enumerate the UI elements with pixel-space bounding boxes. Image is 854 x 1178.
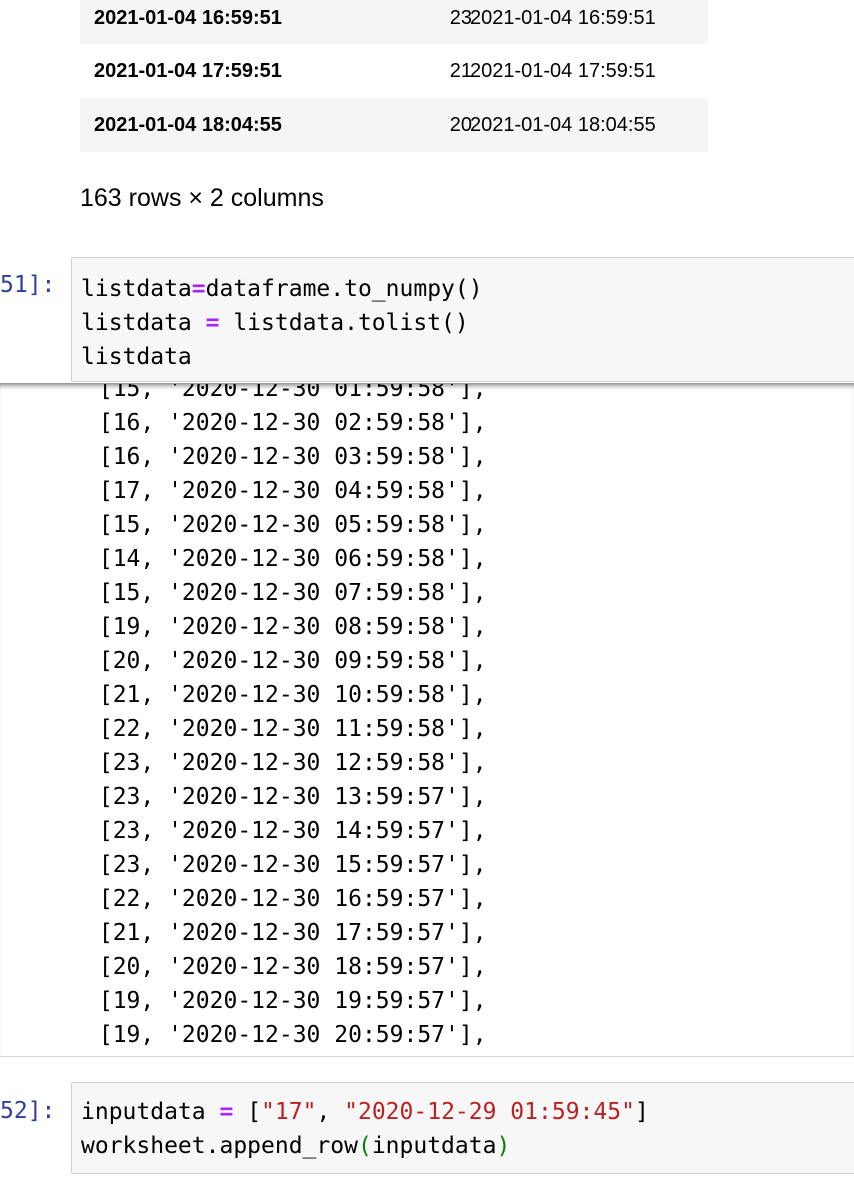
output-line: [15, '2020-12-30 07:59:58'],	[85, 580, 487, 606]
output-text: [15, '2020-12-30 01:59:58'], [16, '2020-…	[85, 383, 487, 1052]
table-row: 2021-01-04 18:04:55 20 2021-01-04 18:04:…	[80, 98, 708, 152]
output-line: [22, '2020-12-30 11:59:58'],	[85, 716, 487, 742]
output-line: [15, '2020-12-30 05:59:58'],	[85, 512, 487, 538]
time-cell: 2021-01-04 17:59:51	[470, 60, 656, 82]
time-cell: 2021-01-04 18:04:55	[470, 114, 656, 136]
output-line: [23, '2020-12-30 12:59:58'],	[85, 750, 487, 776]
time-cell: 2021-01-04 16:59:51	[470, 7, 656, 29]
cell-prompt: 51]:	[0, 272, 56, 298]
output-line: [14, '2020-12-30 06:59:58'],	[85, 546, 487, 572]
value-cell: 23	[449, 7, 472, 29]
output-line: [23, '2020-12-30 15:59:57'],	[85, 852, 487, 878]
output-line: [20, '2020-12-30 18:59:57'],	[85, 954, 487, 980]
output-line: [16, '2020-12-30 03:59:58'],	[85, 444, 487, 470]
output-line: [21, '2020-12-30 17:59:57'],	[85, 920, 487, 946]
value-cell: 21	[449, 60, 472, 82]
output-line: [19, '2020-12-30 20:59:57'],	[85, 1022, 487, 1048]
output-line: [15, '2020-12-30 01:59:58'],	[85, 383, 487, 402]
output-line: [21, '2020-12-30 10:59:58'],	[85, 682, 487, 708]
row-index: 2021-01-04 16:59:51	[94, 7, 282, 29]
output-line: [22, '2020-12-30 16:59:57'],	[85, 886, 487, 912]
output-line: [20, '2020-12-30 09:59:58'],	[85, 648, 487, 674]
table-row: 2021-01-04 17:59:51 21 2021-01-04 17:59:…	[80, 44, 708, 98]
output-line: [17, '2020-12-30 04:59:58'],	[85, 478, 487, 504]
code-editor[interactable]: listdata=dataframe.to_numpy() listdata =…	[81, 272, 483, 374]
output-line: [19, '2020-12-30 08:59:58'],	[85, 614, 487, 640]
dataframe-table: 2021-01-04 16:59:51 23 2021-01-04 16:59:…	[80, 0, 708, 152]
row-index: 2021-01-04 17:59:51	[94, 60, 282, 82]
code-cell-input[interactable]: listdata=dataframe.to_numpy() listdata =…	[71, 257, 854, 382]
output-line: [19, '2020-12-30 19:59:57'],	[85, 988, 487, 1014]
output-line: [23, '2020-12-30 13:59:57'],	[85, 784, 487, 810]
value-cell: 20	[449, 114, 472, 136]
table-row: 2021-01-04 16:59:51 23 2021-01-04 16:59:…	[80, 0, 708, 44]
row-index: 2021-01-04 18:04:55	[94, 114, 282, 136]
dataframe-shape-label: 163 rows × 2 columns	[80, 184, 324, 212]
output-line: [23, '2020-12-30 14:59:57'],	[85, 818, 487, 844]
code-editor[interactable]: inputdata = ["17", "2020-12-29 01:59:45"…	[81, 1095, 649, 1163]
cell-prompt: 52]:	[0, 1098, 56, 1124]
code-cell-input[interactable]: inputdata = ["17", "2020-12-29 01:59:45"…	[71, 1082, 854, 1174]
output-line: [16, '2020-12-30 02:59:58'],	[85, 410, 487, 436]
scrolled-output-area[interactable]: [15, '2020-12-30 01:59:58'], [16, '2020-…	[0, 383, 854, 1057]
